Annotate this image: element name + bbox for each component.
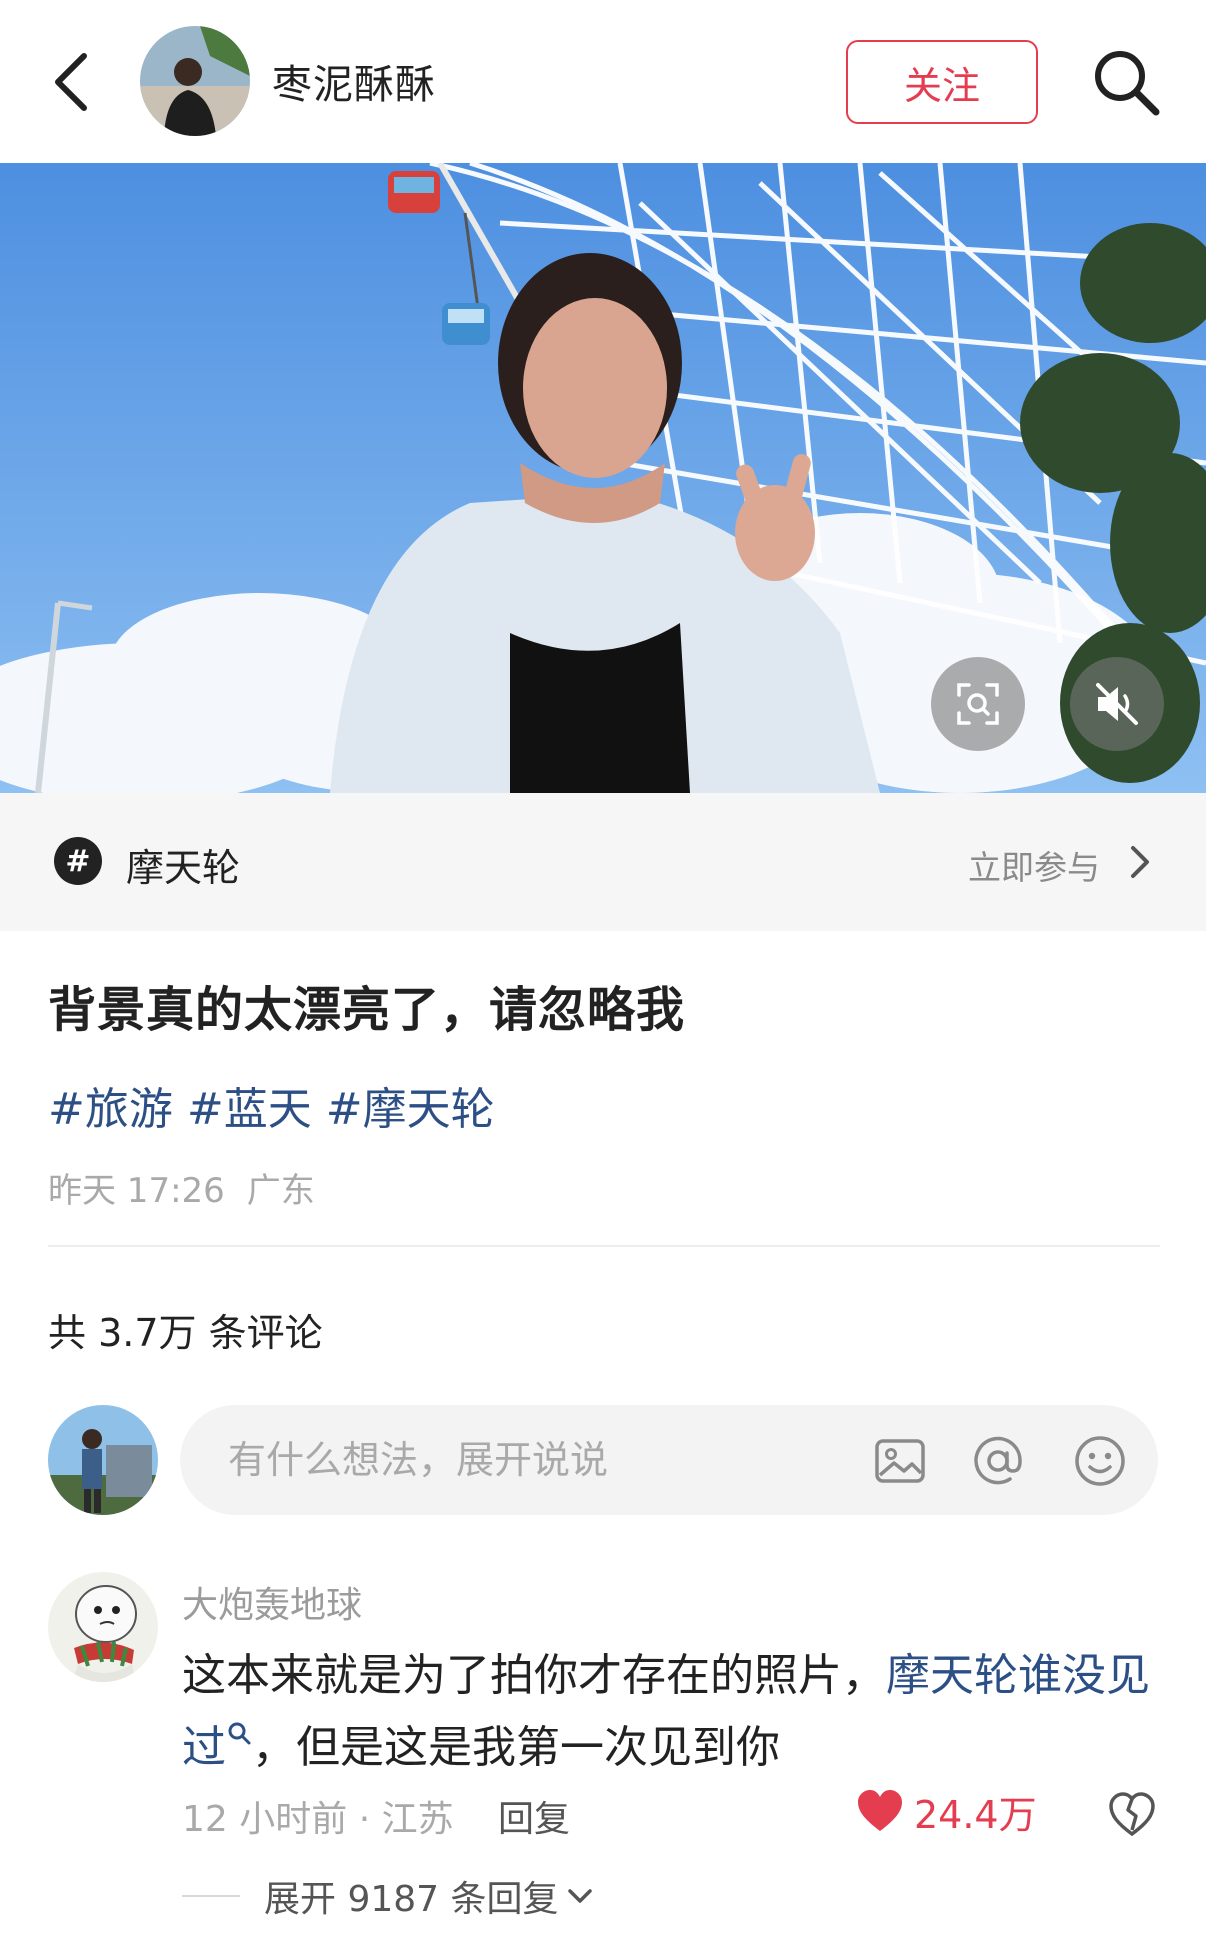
post-photo[interactable] — [0, 163, 1206, 793]
image-search-button[interactable] — [931, 657, 1025, 751]
comment-input[interactable] — [228, 1431, 788, 1489]
mute-button[interactable] — [1070, 657, 1164, 751]
divider-line — [182, 1895, 240, 1897]
author-name[interactable]: 枣泥酥酥 — [272, 52, 436, 110]
tag-link[interactable]: #摩天轮 — [326, 1084, 495, 1135]
expand-replies-button[interactable]: 展开 9187 条回复 — [264, 1870, 593, 1922]
like-count: 24.4万 — [914, 1792, 1037, 1837]
comment-text-after: ，但是这是我第一次见到你 — [252, 1722, 780, 1773]
topic-name[interactable]: 摩天轮 — [126, 837, 240, 892]
author-avatar[interactable] — [140, 26, 250, 136]
commenter-name[interactable]: 大炮轰地球 — [182, 1576, 362, 1628]
comment-text: 这本来就是为了拍你才存在的照片，摩天轮谁没见过 ，但是这是我第一次见到你 — [182, 1640, 1172, 1784]
tag-link[interactable]: #蓝天 — [187, 1084, 312, 1135]
post-meta: 昨天 17:26 广东 — [48, 1163, 337, 1212]
my-avatar[interactable] — [48, 1405, 158, 1515]
chevron-right-icon[interactable] — [1128, 843, 1152, 881]
tag-link[interactable]: #旅游 — [48, 1084, 173, 1135]
back-icon[interactable] — [48, 50, 98, 114]
like-button[interactable]: 24.4万 — [856, 1786, 1037, 1837]
scan-icon — [957, 683, 999, 725]
topic-bar[interactable]: # 摩天轮 立即参与 — [0, 793, 1206, 931]
comment-input-box[interactable] — [180, 1405, 1158, 1515]
commenter-avatar[interactable] — [48, 1572, 158, 1682]
heart-icon — [858, 1790, 902, 1831]
top-bar: 枣泥酥酥 关注 — [0, 0, 1206, 163]
search-icon[interactable] — [226, 1720, 252, 1746]
tag-list: #旅游 #蓝天 #摩天轮 — [48, 1073, 509, 1137]
search-icon[interactable] — [1090, 46, 1162, 118]
post-time: 昨天 17:26 — [48, 1171, 225, 1211]
at-icon[interactable] — [970, 1433, 1026, 1489]
join-topic-button[interactable]: 立即参与 — [968, 841, 1100, 889]
reply-button[interactable]: 回复 — [498, 1790, 570, 1842]
comment-text-before: 这本来就是为了拍你才存在的照片， — [182, 1650, 886, 1701]
follow-button[interactable]: 关注 — [846, 40, 1038, 124]
dislike-icon[interactable] — [1108, 1790, 1156, 1838]
emoji-icon[interactable] — [1072, 1433, 1128, 1489]
expand-replies-label: 展开 9187 条回复 — [264, 1879, 559, 1920]
post-title: 背景真的太漂亮了，请忽略我 — [48, 982, 686, 1038]
chevron-down-icon — [567, 1889, 592, 1903]
hashtag-icon: # — [54, 837, 102, 885]
comment-meta: 12 小时前 · 江苏 — [182, 1799, 454, 1840]
mute-icon — [1096, 683, 1138, 725]
divider — [48, 1245, 1160, 1247]
image-icon[interactable] — [872, 1433, 928, 1489]
comment-count: 共 3.7万 条评论 — [48, 1311, 323, 1355]
post-location: 广东 — [246, 1171, 315, 1211]
